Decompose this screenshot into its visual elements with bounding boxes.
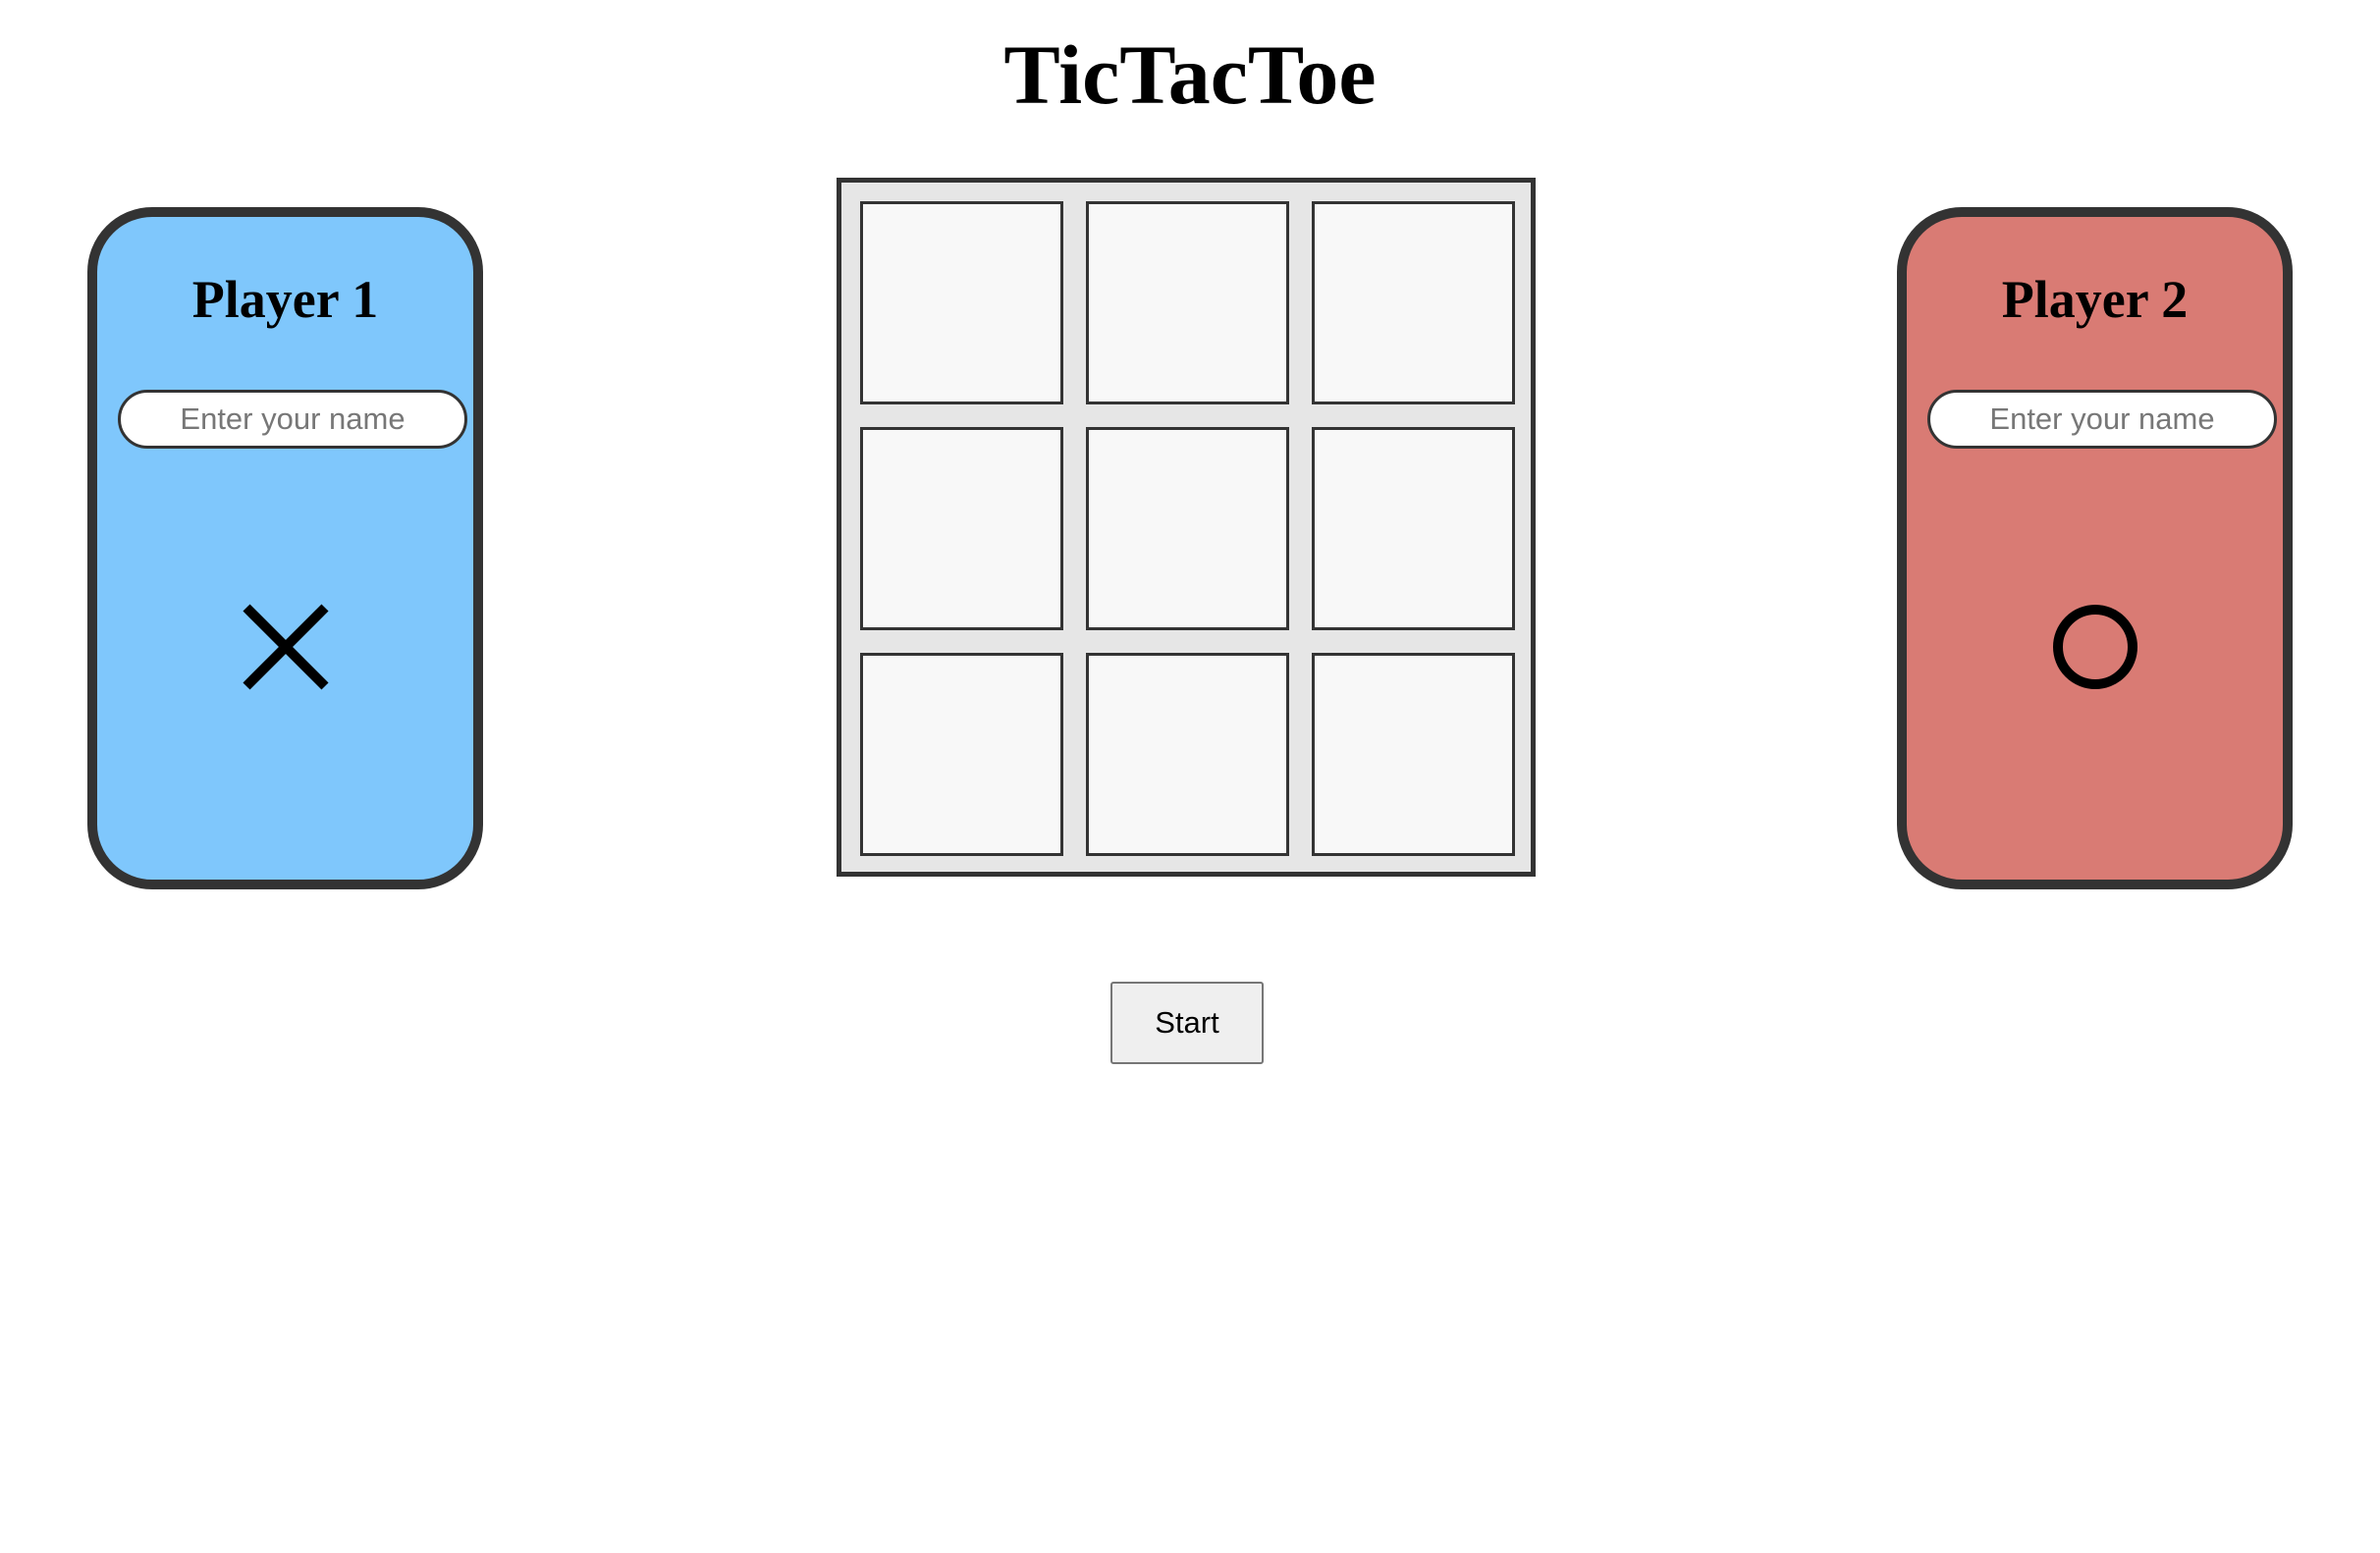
start-button[interactable]: Start bbox=[1110, 982, 1264, 1064]
board-cell-2-3[interactable] bbox=[1312, 427, 1515, 630]
player-1-label: Player 1 bbox=[191, 270, 379, 329]
board-cell-3-3[interactable] bbox=[1312, 653, 1515, 856]
player-1-card: Player 1 bbox=[87, 207, 483, 889]
x-icon bbox=[243, 604, 329, 690]
board-cell-3-2[interactable] bbox=[1086, 653, 1289, 856]
player-2-card: Player 2 bbox=[1897, 207, 2293, 889]
player-2-name-input[interactable] bbox=[1927, 390, 2277, 449]
player-2-label: Player 2 bbox=[2001, 270, 2189, 329]
board-cell-2-2[interactable] bbox=[1086, 427, 1289, 630]
board-cell-1-1[interactable] bbox=[860, 201, 1063, 404]
board-cell-2-1[interactable] bbox=[860, 427, 1063, 630]
board-cell-3-1[interactable] bbox=[860, 653, 1063, 856]
page-title: TicTacToe bbox=[1003, 27, 1377, 122]
board-cell-1-2[interactable] bbox=[1086, 201, 1289, 404]
player-1-name-input[interactable] bbox=[118, 390, 467, 449]
game-board bbox=[837, 178, 1536, 877]
o-icon bbox=[2053, 605, 2137, 689]
board-cell-1-3[interactable] bbox=[1312, 201, 1515, 404]
